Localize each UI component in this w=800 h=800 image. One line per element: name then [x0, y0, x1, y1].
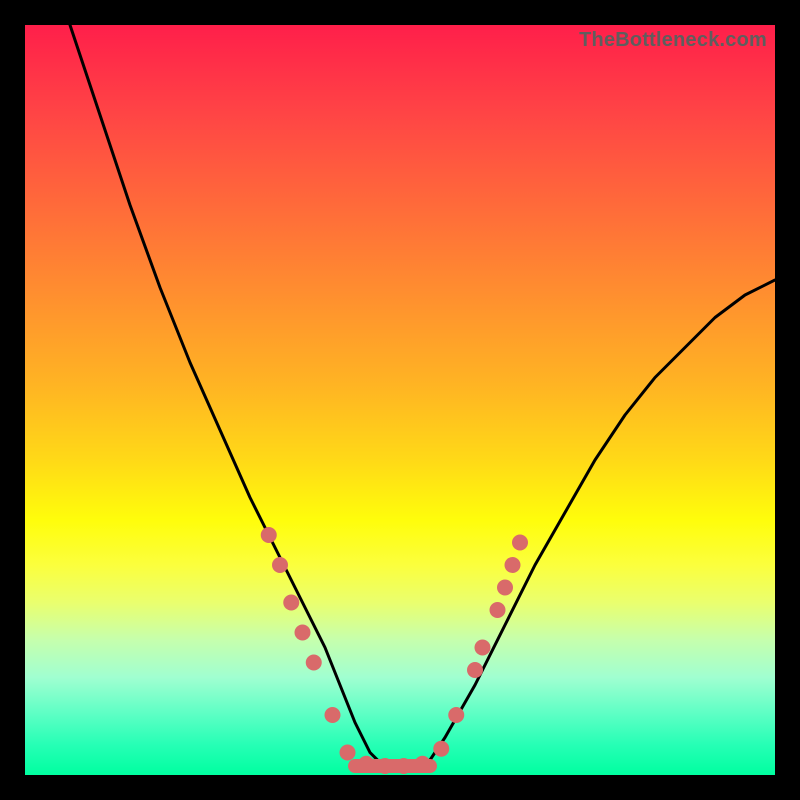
bottleneck-chart — [25, 25, 775, 775]
data-marker — [377, 758, 393, 774]
plot-area: TheBottleneck.com — [25, 25, 775, 775]
data-marker — [272, 557, 288, 573]
data-marker — [306, 655, 322, 671]
data-marker — [467, 662, 483, 678]
data-marker — [475, 640, 491, 656]
data-marker — [490, 602, 506, 618]
data-marker — [497, 580, 513, 596]
data-marker — [283, 595, 299, 611]
data-marker — [295, 625, 311, 641]
chart-frame: TheBottleneck.com — [0, 0, 800, 800]
data-marker — [358, 756, 374, 772]
data-marker — [415, 756, 431, 772]
data-marker — [325, 707, 341, 723]
curve-line — [70, 25, 775, 768]
data-marker — [448, 707, 464, 723]
data-marker — [512, 535, 528, 551]
data-marker — [396, 758, 412, 774]
data-marker — [433, 741, 449, 757]
data-marker — [505, 557, 521, 573]
data-marker — [261, 527, 277, 543]
data-marker — [340, 745, 356, 761]
